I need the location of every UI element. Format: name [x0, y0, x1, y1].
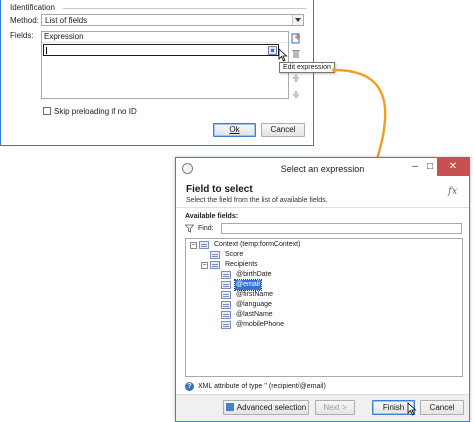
node-icon	[221, 291, 231, 299]
maximize-icon[interactable]: □	[423, 158, 437, 176]
title-bar[interactable]: Select an expression – □ ✕	[176, 158, 469, 180]
header-banner: Field to select Select the field from th…	[176, 180, 469, 208]
help-icon: ?	[185, 382, 194, 391]
dialog-subheading: Select the field from the list of availa…	[186, 197, 328, 204]
tree-node-label: @lastName	[236, 311, 273, 318]
select-expression-dialog: Select an expression – □ ✕ Field to sele…	[175, 157, 470, 422]
find-label: Find:	[198, 225, 214, 232]
mouse-cursor-icon	[407, 402, 417, 416]
next-button[interactable]: Next >	[315, 400, 355, 415]
find-input[interactable]	[221, 223, 462, 234]
tree-node-label: Context (temp:formContext)	[214, 241, 301, 248]
node-icon	[199, 241, 209, 249]
dialog-heading: Field to select	[186, 184, 253, 195]
finish-button-label: Finish	[382, 403, 405, 412]
node-icon	[221, 321, 231, 329]
filter-icon	[185, 224, 194, 233]
node-icon	[221, 271, 231, 279]
available-fields-label: Available fields:	[185, 213, 239, 220]
cancel-select-button[interactable]: Cancel	[420, 400, 464, 415]
cancel-select-button-label: Cancel	[429, 403, 455, 412]
node-icon	[221, 281, 231, 289]
tree-node-label: @language	[236, 301, 272, 308]
tree-node-label: Recipients	[225, 261, 258, 268]
advanced-selection-label: Advanced selection	[236, 403, 307, 412]
advanced-selection-icon	[225, 403, 234, 411]
tree-node-label: @firstName	[236, 291, 274, 298]
advanced-selection-button[interactable]: Advanced selection	[223, 400, 309, 415]
tree-node-label: @birthDate	[236, 271, 272, 278]
tree-node-label: @email	[234, 279, 262, 291]
tree-node-label: @mobilePhone	[236, 321, 284, 328]
minimize-icon[interactable]: –	[408, 158, 422, 176]
close-button[interactable]: ✕	[437, 158, 469, 176]
collapse-icon[interactable]: −	[190, 242, 197, 249]
fields-tree[interactable]: − Context (temp:formContext) Score − Rec…	[185, 238, 463, 377]
tree-node-label: Score	[225, 251, 244, 258]
next-button-label: Next >	[323, 403, 347, 412]
dialog-footer: Advanced selection Next > Finish Cancel	[176, 394, 469, 421]
node-icon	[221, 311, 231, 319]
node-icon	[221, 301, 231, 309]
node-icon	[210, 261, 220, 269]
node-icon	[210, 251, 220, 259]
fx-icon: fx	[448, 186, 458, 197]
field-description: XML attribute of type '' (recipient/@ema…	[198, 383, 326, 390]
collapse-icon[interactable]: −	[201, 262, 208, 269]
